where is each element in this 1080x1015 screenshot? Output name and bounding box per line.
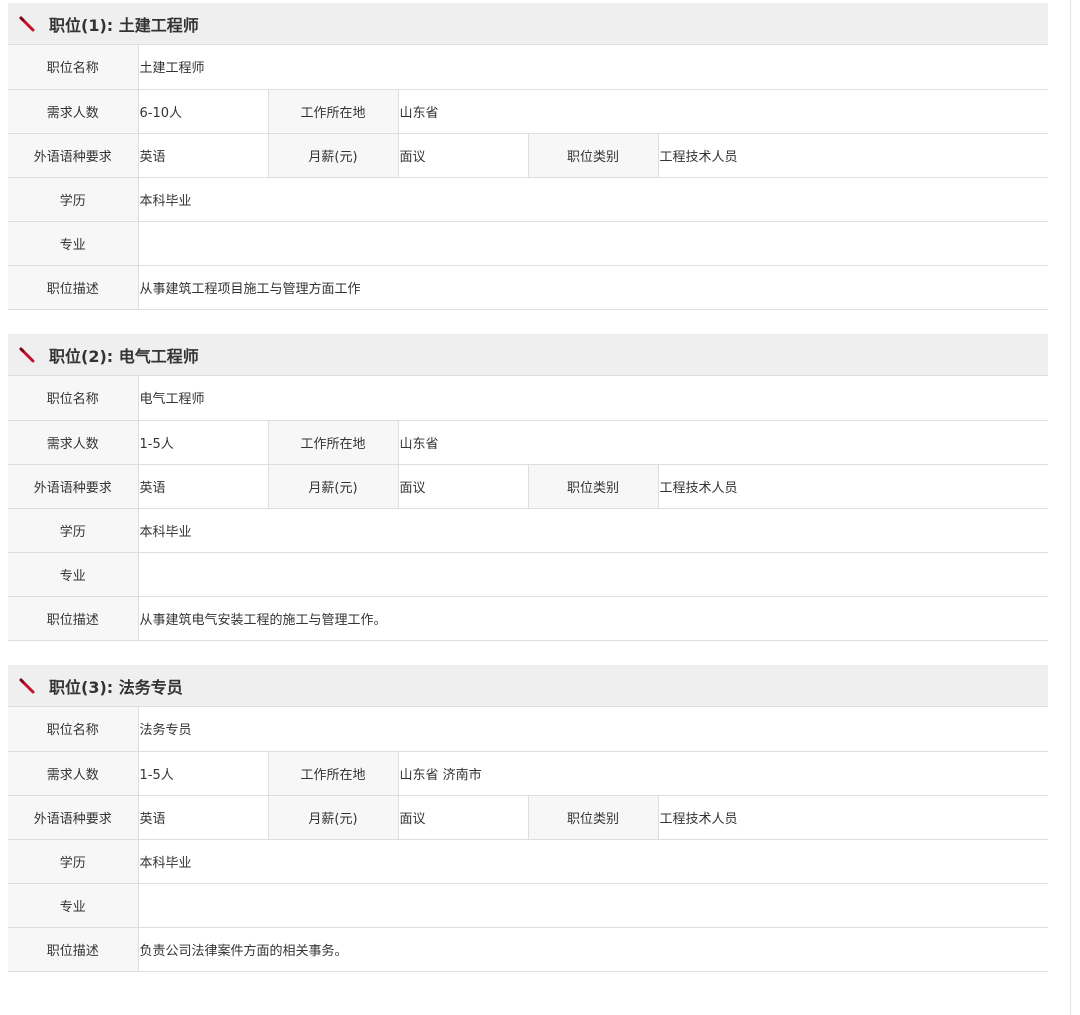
job-card: 职位(1): 土建工程师 职位名称 土建工程师 需求人数 6-10人 工作所在地… [8, 3, 1049, 310]
description-label: 职位描述 [8, 596, 139, 641]
education-label: 学历 [8, 508, 139, 553]
pencil-icon [18, 677, 36, 695]
headcount-value: 1-5人 [138, 420, 269, 465]
language-value: 英语 [138, 133, 269, 178]
table-row: 职位名称 电气工程师 [8, 376, 1049, 421]
headcount-label: 需求人数 [8, 420, 139, 465]
job-listing-page: 职位(1): 土建工程师 职位名称 土建工程师 需求人数 6-10人 工作所在地… [0, 0, 1080, 1015]
category-label: 职位类别 [528, 795, 659, 840]
table-row: 学历 本科毕业 [8, 508, 1049, 553]
description-value: 负责公司法律案件方面的相关事务。 [138, 927, 1048, 972]
table-row: 专业 [8, 883, 1048, 928]
location-label: 工作所在地 [268, 751, 399, 796]
location-label: 工作所在地 [268, 420, 399, 465]
salary-label: 月薪(元) [268, 133, 399, 178]
location-value: 山东省 济南市 [398, 751, 1048, 796]
major-label: 专业 [8, 552, 139, 597]
location-value: 山东省 [398, 89, 1049, 134]
position-name-value: 电气工程师 [138, 376, 1049, 421]
headcount-label: 需求人数 [8, 89, 139, 134]
education-label: 学历 [8, 177, 139, 222]
description-label: 职位描述 [8, 265, 139, 310]
table-row: 专业 [8, 552, 1049, 597]
table-row: 需求人数 1-5人 工作所在地 山东省 [8, 420, 1049, 465]
page-divider [1070, 0, 1071, 1015]
description-value: 从事建筑工程项目施工与管理方面工作 [138, 265, 1049, 310]
location-value: 山东省 [398, 420, 1049, 465]
education-value: 本科毕业 [138, 177, 1049, 222]
table-row: 职位描述 从事建筑工程项目施工与管理方面工作 [8, 265, 1049, 310]
position-name-value: 法务专员 [138, 707, 1048, 752]
education-value: 本科毕业 [138, 839, 1048, 884]
education-label: 学历 [8, 839, 139, 884]
category-label: 职位类别 [528, 464, 659, 509]
table-row: 外语语种要求 英语 月薪(元) 面议 职位类别 工程技术人员 [8, 133, 1049, 178]
table-row: 需求人数 1-5人 工作所在地 山东省 济南市 [8, 751, 1048, 796]
position-name-label: 职位名称 [8, 707, 139, 752]
headcount-value: 1-5人 [138, 751, 269, 796]
pencil-icon [18, 15, 36, 33]
category-value: 工程技术人员 [658, 795, 1048, 840]
salary-value: 面议 [398, 133, 529, 178]
major-value [138, 552, 1049, 597]
salary-label: 月薪(元) [268, 795, 399, 840]
job-title: 职位(1): 土建工程师 [49, 15, 199, 35]
position-name-label: 职位名称 [8, 45, 139, 90]
job-title: 职位(3): 法务专员 [49, 677, 183, 697]
language-label: 外语语种要求 [8, 133, 139, 178]
education-value: 本科毕业 [138, 508, 1049, 553]
category-value: 工程技术人员 [658, 133, 1049, 178]
language-label: 外语语种要求 [8, 795, 139, 840]
description-value: 从事建筑电气安装工程的施工与管理工作。 [138, 596, 1049, 641]
table-row: 需求人数 6-10人 工作所在地 山东省 [8, 89, 1049, 134]
position-name-label: 职位名称 [8, 376, 139, 421]
table-row: 职位描述 负责公司法律案件方面的相关事务。 [8, 927, 1048, 972]
language-value: 英语 [138, 795, 269, 840]
major-label: 专业 [8, 221, 139, 266]
location-label: 工作所在地 [268, 89, 399, 134]
job-fields-table: 职位名称 电气工程师 需求人数 1-5人 工作所在地 山东省 外语语种要求 英语… [8, 376, 1049, 641]
job-header: 职位(1): 土建工程师 [8, 3, 1048, 45]
category-value: 工程技术人员 [658, 464, 1049, 509]
job-title: 职位(2): 电气工程师 [49, 346, 199, 366]
table-row: 学历 本科毕业 [8, 839, 1048, 884]
salary-value: 面议 [398, 464, 529, 509]
table-row: 职位名称 土建工程师 [8, 45, 1049, 90]
table-row: 学历 本科毕业 [8, 177, 1049, 222]
job-header: 职位(3): 法务专员 [8, 665, 1048, 707]
headcount-value: 6-10人 [138, 89, 269, 134]
category-label: 职位类别 [528, 133, 659, 178]
language-value: 英语 [138, 464, 269, 509]
major-value [138, 221, 1049, 266]
table-row: 职位名称 法务专员 [8, 707, 1048, 752]
major-label: 专业 [8, 883, 139, 928]
language-label: 外语语种要求 [8, 464, 139, 509]
job-header: 职位(2): 电气工程师 [8, 334, 1048, 376]
table-row: 专业 [8, 221, 1049, 266]
job-fields-table: 职位名称 土建工程师 需求人数 6-10人 工作所在地 山东省 外语语种要求 英… [8, 45, 1049, 310]
job-fields-table: 职位名称 法务专员 需求人数 1-5人 工作所在地 山东省 济南市 外语语种要求… [8, 707, 1048, 972]
job-card: 职位(2): 电气工程师 职位名称 电气工程师 需求人数 1-5人 工作所在地 … [8, 334, 1049, 641]
pencil-icon [18, 346, 36, 364]
table-row: 职位描述 从事建筑电气安装工程的施工与管理工作。 [8, 596, 1049, 641]
table-row: 外语语种要求 英语 月薪(元) 面议 职位类别 工程技术人员 [8, 795, 1048, 840]
major-value [138, 883, 1048, 928]
description-label: 职位描述 [8, 927, 139, 972]
headcount-label: 需求人数 [8, 751, 139, 796]
salary-value: 面议 [398, 795, 529, 840]
position-name-value: 土建工程师 [138, 45, 1049, 90]
salary-label: 月薪(元) [268, 464, 399, 509]
job-card: 职位(3): 法务专员 职位名称 法务专员 需求人数 1-5人 工作所在地 山东… [8, 665, 1048, 972]
table-row: 外语语种要求 英语 月薪(元) 面议 职位类别 工程技术人员 [8, 464, 1049, 509]
